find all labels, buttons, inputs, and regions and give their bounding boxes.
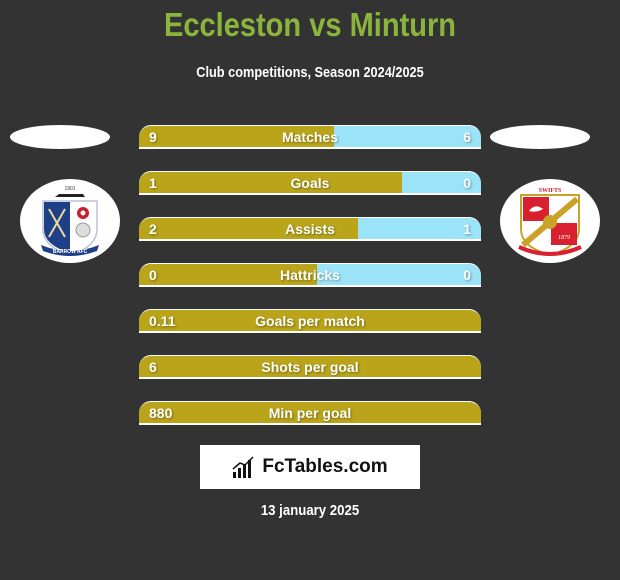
stat-label: Hattricks [280,267,340,283]
stat-row-hattricks: 0 Hattricks 0 [139,263,481,287]
stat-label: Matches [281,129,339,145]
stat-label: Min per goal [268,405,352,421]
stat-label: Assists [285,221,335,237]
away-team-name-placeholder [490,125,590,149]
stat-row-min-per-goal: 880 Min per goal [139,401,481,425]
stat-row-matches: 9 Matches 6 [139,125,481,149]
stat-row-goals-per-match: 0.11 Goals per match [139,309,481,333]
fctables-logo[interactable]: FcTables.com [200,445,420,489]
away-value: 1 [463,221,471,237]
svg-text:1901: 1901 [64,186,75,192]
barrow-crest-icon: 1901 BARROW AFC [41,186,99,256]
svg-text:SWIFTS: SWIFTS [539,188,562,194]
page-title: Eccleston vs Minturn [163,6,457,43]
home-team-logo[interactable]: 1901 BARROW AFC [20,179,120,263]
away-value: 0 [463,175,471,191]
bar-chart-icon [232,456,254,478]
away-value: 0 [463,267,471,283]
stat-label: Goals per match [255,313,365,329]
stat-row-shots-per-goal: 6 Shots per goal [139,355,481,379]
home-team-name-placeholder [10,125,110,149]
stat-label: Goals [290,175,330,191]
stat-row-assists: 2 Assists 1 [139,217,481,241]
competition-subtitle: Club competitions, Season 2024/2025 [196,64,424,81]
stat-row-goals: 1 Goals 0 [139,171,481,195]
swifts-crest-icon: SWIFTS 1879 [518,188,582,257]
away-value: 6 [463,129,471,145]
brand-name: FcTables.com [262,456,388,477]
match-date: 13 january 2025 [260,502,360,519]
stat-label: Shots per goal [261,359,359,375]
svg-text:1879: 1879 [558,235,570,241]
away-team-logo[interactable]: SWIFTS 1879 [500,179,600,263]
svg-text:BARROW AFC: BARROW AFC [53,249,88,255]
